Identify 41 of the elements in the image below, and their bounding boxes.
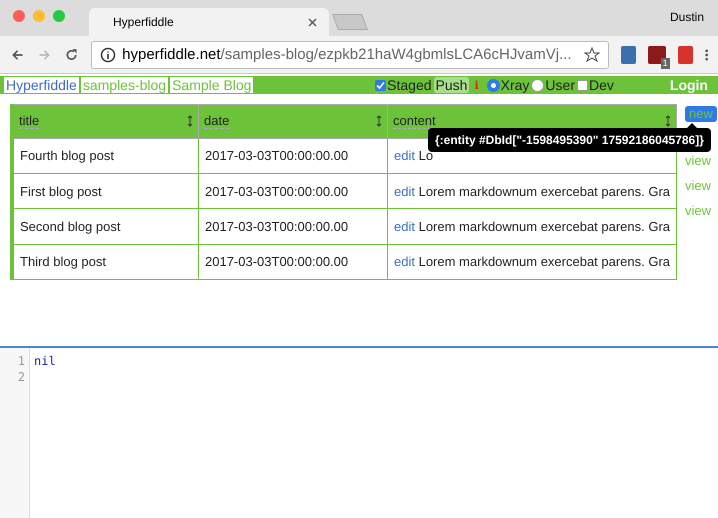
table-cell: Fourth blog post: [12, 138, 198, 174]
staged-label: Staged: [387, 77, 432, 93]
tooltip: {:entity #DbId["-1598495390" 17592186045786]}: [428, 128, 711, 152]
table-cell: 2017-03-03T00:00:00.00: [198, 138, 388, 174]
content-text: Lorem markdownum exercebat parens. Gra: [418, 254, 670, 270]
column-header[interactable]: title: [12, 104, 198, 138]
mode-radio[interactable]: [486, 78, 500, 92]
dev-checkbox[interactable]: [576, 80, 588, 90]
edit-link[interactable]: edit: [394, 184, 415, 199]
edit-link[interactable]: edit: [394, 254, 415, 270]
star-icon[interactable]: [584, 46, 600, 62]
table-cell: Third blog post: [12, 244, 198, 280]
sort-icon[interactable]: [376, 115, 382, 128]
edit-link[interactable]: edit: [394, 219, 415, 234]
breadcrumb-link[interactable]: Hyperfiddle: [4, 77, 79, 93]
mode-label: Xray: [500, 77, 530, 93]
table-cell: First blog post: [12, 174, 198, 209]
column-header[interactable]: date: [198, 104, 388, 138]
line-number: 1: [18, 354, 26, 370]
code-line: nil: [34, 354, 56, 370]
menu-icon[interactable]: [704, 46, 708, 62]
sort-icon[interactable]: [665, 115, 672, 128]
profile-name[interactable]: Dustin: [670, 10, 704, 24]
address-bar[interactable]: hyperfiddle.net/samples-blog/ezpkb21haW4gbmlsLCA6cHJvamVj...: [91, 40, 609, 68]
close-icon[interactable]: [308, 18, 317, 26]
table-cell: 2017-03-03T00:00:00.00: [198, 208, 388, 244]
push-button[interactable]: Push: [434, 77, 470, 93]
mode-radio[interactable]: [531, 78, 544, 92]
table-cell: 2017-03-03T00:00:00.00: [198, 174, 388, 209]
line-number: 2: [18, 370, 26, 386]
mode-label: User: [545, 77, 575, 93]
content-text: Lorem markdownum exercebat parens. Gra: [418, 184, 670, 199]
content-text: Lorem markdownum exercebat parens. Gra: [418, 219, 670, 234]
browser-tab[interactable]: Hyperfiddle: [89, 8, 329, 36]
table-cell: Second blog post: [12, 208, 198, 244]
dev-label: Dev: [588, 77, 614, 93]
table-cell: 2017-03-03T00:00:00.00: [198, 244, 388, 280]
edit-link[interactable]: edit: [394, 148, 415, 164]
staged-checkbox[interactable]: [375, 80, 386, 90]
info-icon[interactable]: [100, 46, 116, 62]
sort-icon[interactable]: [187, 115, 193, 128]
